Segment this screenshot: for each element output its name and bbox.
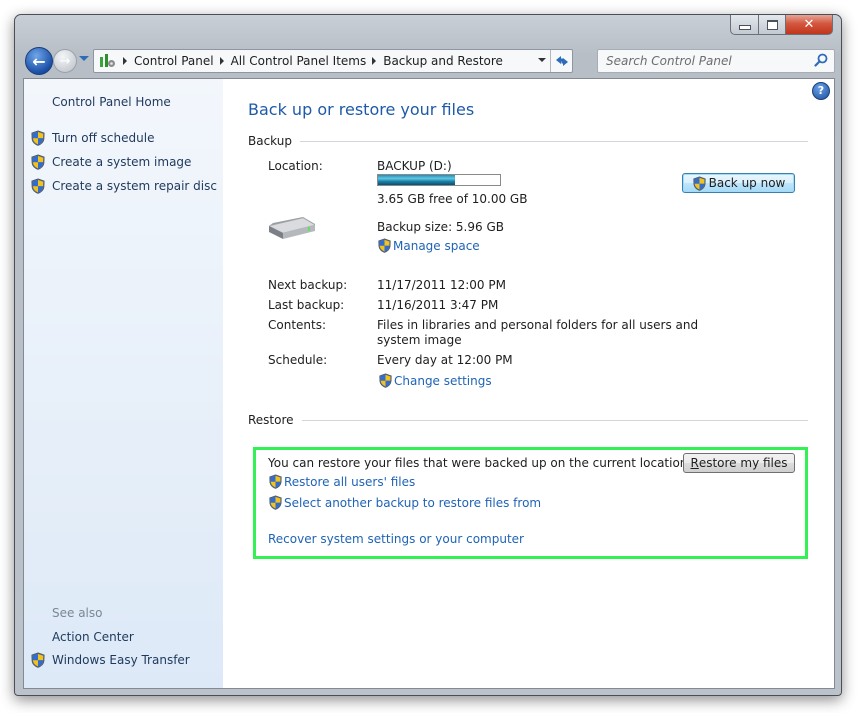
backup-section-label: Backup	[248, 134, 292, 148]
change-settings-link[interactable]: Change settings	[378, 373, 492, 388]
uac-shield-icon	[692, 176, 707, 191]
manage-space-label[interactable]: Manage space	[393, 239, 480, 253]
minimize-button[interactable]	[730, 15, 759, 35]
search-icon[interactable]	[814, 53, 828, 67]
forward-button[interactable]: →	[53, 49, 77, 73]
back-up-now-button[interactable]: Back up now	[682, 173, 795, 193]
backup-size-text: Backup size: 5.96 GB	[377, 220, 504, 234]
hard-drive-icon	[268, 217, 316, 239]
last-backup-label: Last backup:	[268, 298, 345, 312]
page-title: Back up or restore your files	[248, 100, 475, 119]
forward-arrow-icon: →	[59, 53, 71, 69]
next-backup-value: 11/17/2011 12:00 PM	[377, 278, 506, 292]
sidebar-create-system-image[interactable]: Create a system image	[52, 155, 191, 169]
maximize-icon	[766, 19, 778, 30]
contents-value-line1: Files in libraries and personal folders …	[377, 318, 699, 332]
breadcrumb-separator-icon[interactable]	[123, 57, 127, 65]
contents-value-line2: system image	[377, 333, 462, 347]
restore-all-users-files-link[interactable]: Restore all users' files	[268, 474, 415, 489]
select-another-backup-link[interactable]: Select another backup to restore files f…	[268, 495, 541, 510]
refresh-icon	[555, 55, 568, 66]
breadcrumb-separator-icon[interactable]	[219, 57, 224, 65]
uac-shield-icon	[377, 238, 392, 253]
refresh-button[interactable]	[553, 52, 570, 69]
select-another-backup-label[interactable]: Select another backup to restore files f…	[284, 496, 541, 510]
sidebar-create-system-repair-disc[interactable]: Create a system repair disc	[52, 179, 217, 193]
uac-shield-icon	[30, 652, 46, 668]
uac-shield-icon	[378, 373, 393, 388]
minimize-icon	[738, 25, 751, 30]
address-dropdown-icon[interactable]	[538, 58, 546, 62]
close-icon: ✕	[803, 17, 815, 32]
backup-section-header: Backup	[248, 134, 808, 148]
restore-accesskey: R	[690, 456, 699, 470]
change-settings-label[interactable]: Change settings	[394, 374, 492, 388]
recover-system-settings-link[interactable]: Recover system settings or your computer	[268, 532, 524, 546]
search-box	[597, 49, 835, 73]
sidebar-action-center[interactable]: Action Center	[52, 630, 134, 644]
control-panel-icon	[97, 52, 117, 70]
drive-usage-bar	[377, 174, 501, 186]
restore-description: You can restore your files that were bac…	[268, 456, 692, 470]
breadcrumb-backup-and-restore[interactable]: Backup and Restore	[383, 54, 503, 68]
see-also-heading: See also	[52, 606, 103, 620]
maximize-button[interactable]	[759, 15, 786, 35]
sidebar-turn-off-schedule[interactable]: Turn off schedule	[52, 131, 154, 145]
uac-shield-icon	[30, 178, 46, 194]
restore-all-users-files-label[interactable]: Restore all users' files	[284, 475, 415, 489]
search-input[interactable]	[604, 53, 808, 69]
section-divider	[300, 140, 808, 142]
main-panel: ? Back up or restore your files Backup L…	[223, 79, 834, 688]
backup-and-restore-window: ✕ ← → Control Panel All Control Panel It…	[14, 14, 842, 696]
breadcrumb-separator-icon[interactable]	[372, 57, 377, 65]
window-controls: ✕	[730, 15, 833, 35]
restore-section-label: Restore	[248, 413, 294, 427]
uac-shield-icon	[30, 130, 46, 146]
sidebar: Control Panel Home Turn off schedule Cre…	[24, 79, 223, 688]
restore-my-files-button[interactable]: Restore my files	[683, 453, 795, 473]
restore-my-files-label: estore my files	[698, 456, 788, 470]
help-icon[interactable]: ?	[812, 82, 830, 100]
section-divider	[301, 419, 808, 421]
location-label: Location:	[268, 159, 323, 173]
back-arrow-icon: ←	[32, 51, 46, 71]
breadcrumb-control-panel[interactable]: Control Panel	[134, 54, 214, 68]
recover-system-settings-label[interactable]: Recover system settings or your computer	[268, 532, 524, 546]
schedule-value: Every day at 12:00 PM	[377, 353, 513, 367]
restore-section-header: Restore	[248, 413, 808, 427]
back-up-now-label: Back up now	[708, 176, 786, 190]
contents-label: Contents:	[268, 318, 327, 332]
free-space-text: 3.65 GB free of 10.00 GB	[377, 192, 528, 206]
back-button[interactable]: ←	[25, 47, 53, 75]
recent-pages-dropdown[interactable]	[79, 56, 89, 61]
next-backup-label: Next backup:	[268, 278, 348, 292]
manage-space-link[interactable]: Manage space	[377, 238, 480, 253]
close-button[interactable]: ✕	[786, 15, 833, 35]
uac-shield-icon	[268, 474, 283, 489]
location-value: BACKUP (D:)	[377, 159, 452, 173]
sidebar-control-panel-home[interactable]: Control Panel Home	[52, 95, 171, 109]
sidebar-windows-easy-transfer[interactable]: Windows Easy Transfer	[52, 653, 190, 667]
breadcrumb-all-control-panel-items[interactable]: All Control Panel Items	[231, 54, 367, 68]
drive-usage-fill	[378, 175, 456, 185]
address-bar[interactable]: Control Panel All Control Panel Items Ba…	[93, 49, 573, 73]
last-backup-value: 11/16/2011 3:47 PM	[377, 298, 499, 312]
uac-shield-icon	[30, 154, 46, 170]
schedule-label: Schedule:	[268, 353, 328, 367]
content-area: Control Panel Home Turn off schedule Cre…	[23, 78, 835, 689]
navigation-bar: ← → Control Panel All Control Panel Item…	[23, 47, 835, 75]
uac-shield-icon	[268, 495, 283, 510]
address-divider	[550, 50, 551, 72]
